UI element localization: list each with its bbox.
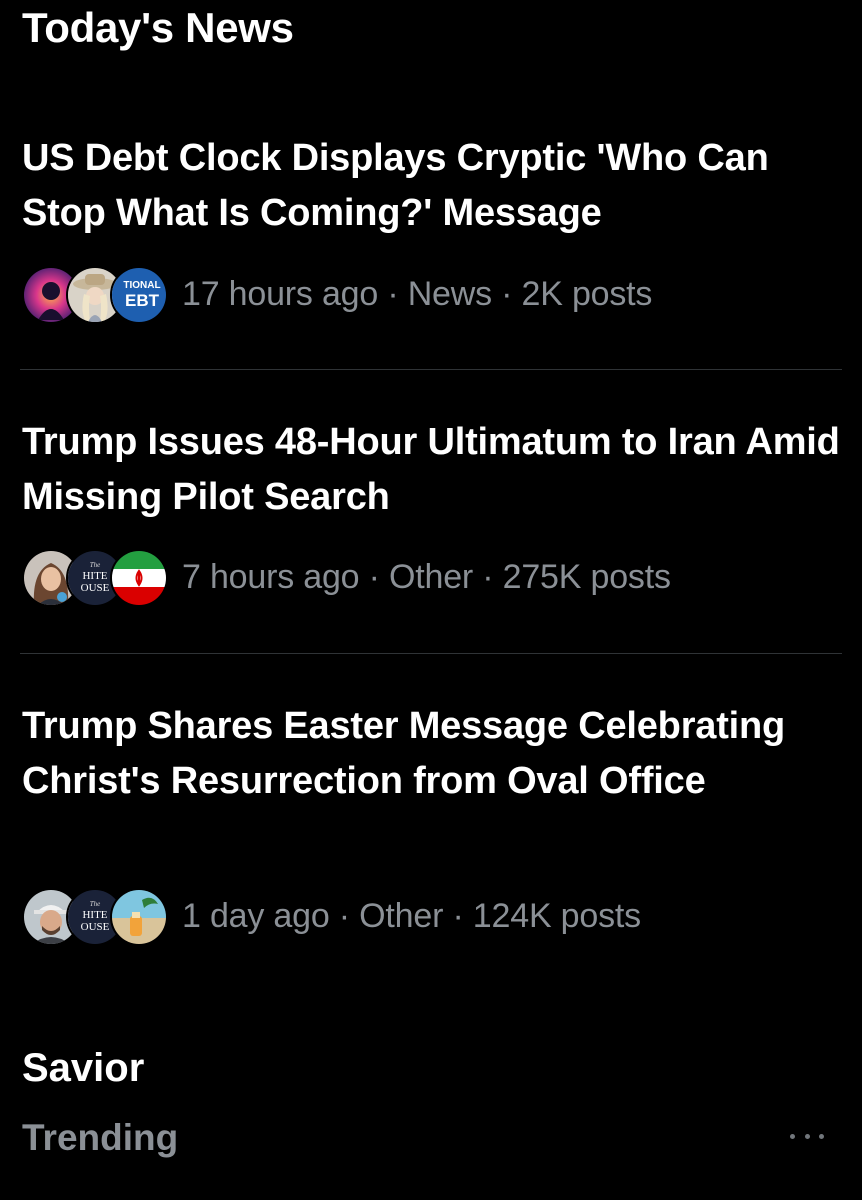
- more-horizontal-icon[interactable]: [790, 1128, 824, 1144]
- beach-drink-avatar: [110, 888, 168, 946]
- story-meta-text: 1 day ago · Other · 124K posts: [182, 896, 641, 935]
- avatar-group: The HITE OUSE: [22, 545, 168, 609]
- more-dot: [804, 1133, 810, 1139]
- national-debt-logo-avatar: TIONAL EBT: [110, 266, 168, 324]
- svg-text:OUSE: OUSE: [81, 921, 110, 933]
- news-story[interactable]: US Debt Clock Displays Cryptic 'Who Can …: [0, 0, 862, 370]
- svg-text:HITE: HITE: [82, 570, 107, 582]
- svg-text:OUSE: OUSE: [81, 582, 110, 594]
- story-meta-text: 7 hours ago · Other · 275K posts: [182, 557, 671, 596]
- svg-text:EBT: EBT: [125, 291, 160, 310]
- svg-text:The: The: [90, 561, 101, 569]
- story-meta-text: 17 hours ago · News · 2K posts: [182, 274, 653, 313]
- story-meta: The HITE OUSE 7 hours ago · Other · 275K…: [22, 545, 671, 609]
- story-headline[interactable]: Trump Issues 48-Hour Ultimatum to Iran A…: [22, 415, 842, 525]
- story-meta: The HITE OUSE 1 day ago · Other · 124K p…: [22, 884, 641, 948]
- story-headline[interactable]: Trump Shares Easter Message Celebrating …: [22, 699, 842, 809]
- svg-text:HITE: HITE: [82, 909, 107, 921]
- svg-text:TIONAL: TIONAL: [123, 280, 160, 291]
- more-dot: [790, 1133, 795, 1139]
- trend-title[interactable]: Savior: [22, 1044, 144, 1092]
- news-story[interactable]: Trump Issues 48-Hour Ultimatum to Iran A…: [0, 370, 862, 653]
- avatar-group: The HITE OUSE: [22, 884, 168, 948]
- svg-text:The: The: [90, 900, 101, 908]
- story-meta: TIONAL EBT 17 hours ago · News · 2K post…: [22, 262, 652, 326]
- story-headline[interactable]: US Debt Clock Displays Cryptic 'Who Can …: [22, 131, 842, 241]
- news-story[interactable]: Trump Shares Easter Message Celebrating …: [0, 654, 862, 984]
- avatar-group: TIONAL EBT: [22, 262, 168, 326]
- iran-flag-avatar: [110, 549, 168, 607]
- more-dot: [819, 1133, 824, 1139]
- trend-category: Trending: [22, 1117, 179, 1158]
